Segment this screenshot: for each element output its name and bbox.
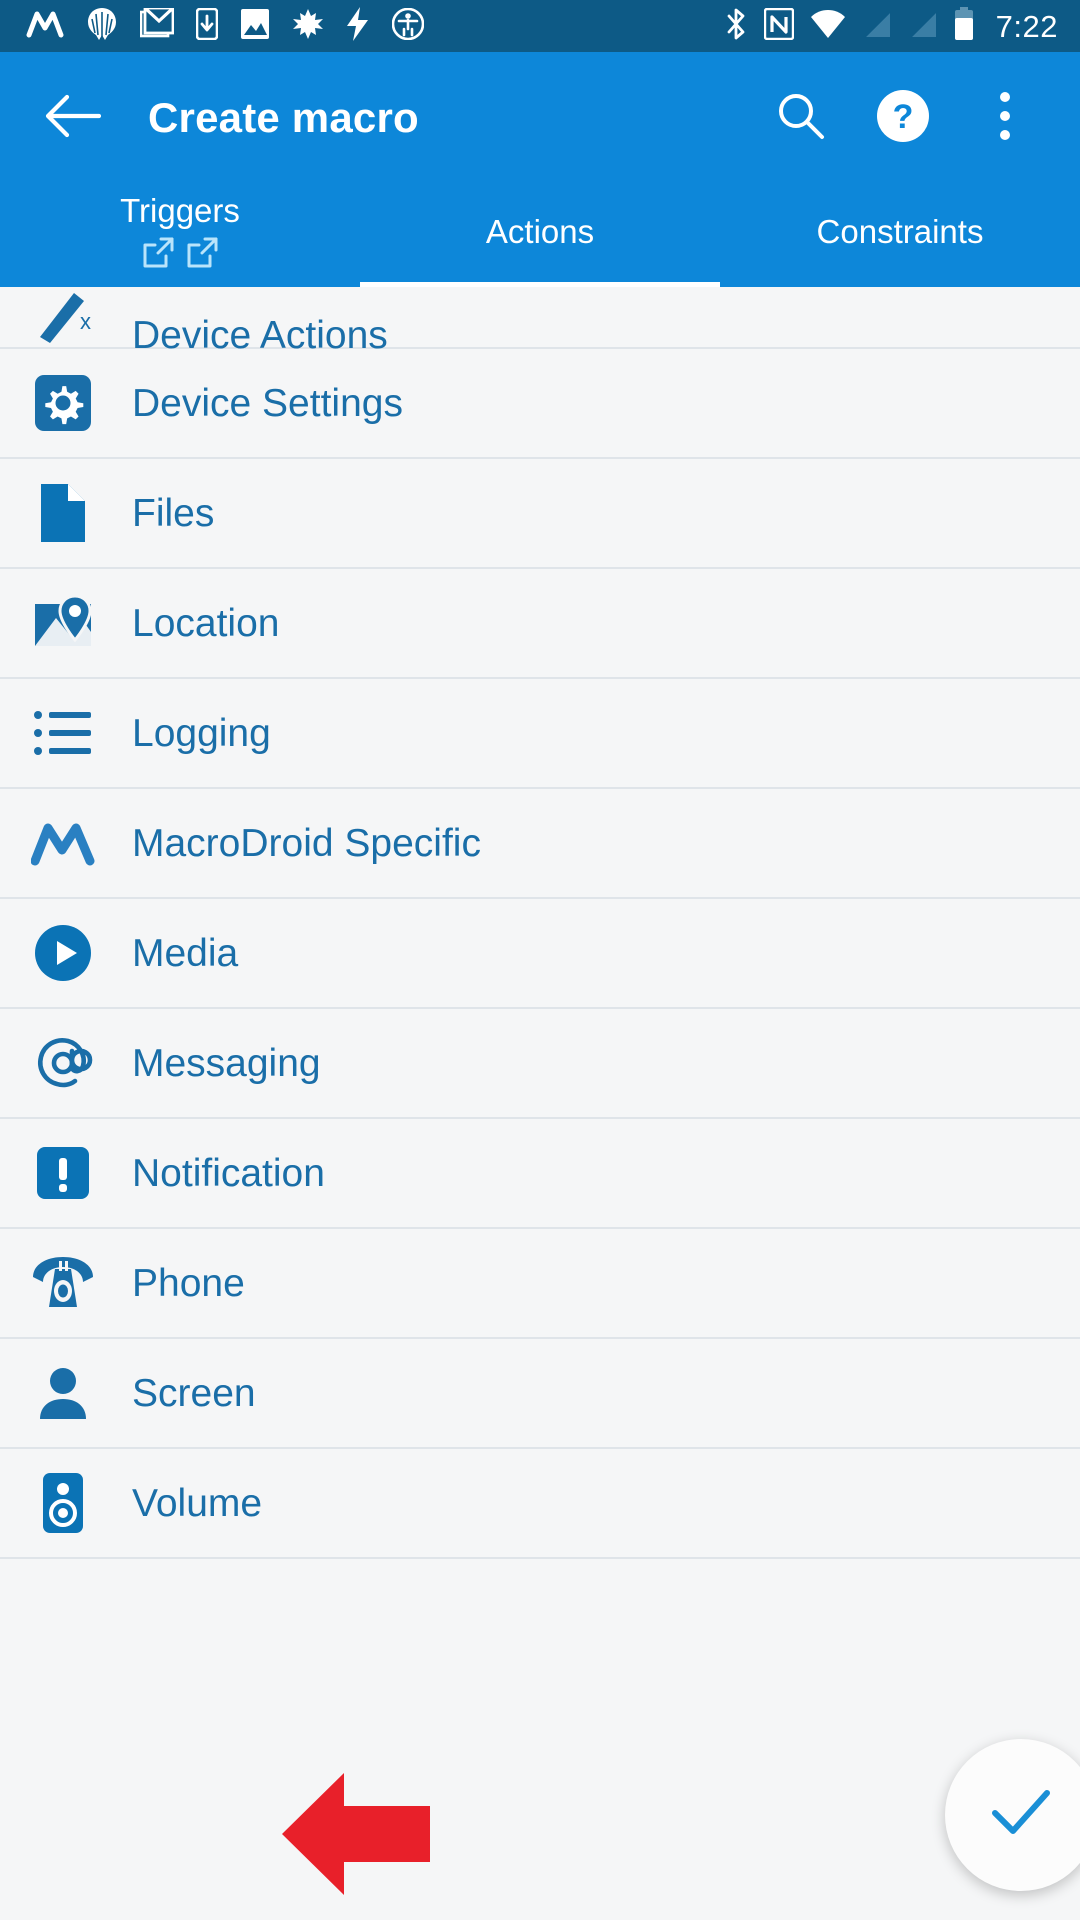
- overflow-menu-button[interactable]: [976, 89, 1034, 147]
- bluetooth-icon: [724, 7, 748, 46]
- list-item-label: Screen: [132, 1371, 256, 1415]
- tab-constraints[interactable]: Constraints: [720, 184, 1080, 287]
- gmail-icon: [139, 6, 175, 45]
- play-circle-icon: [28, 918, 98, 988]
- app-bar-actions: ?: [772, 89, 1080, 147]
- search-button[interactable]: [772, 89, 830, 147]
- help-button[interactable]: ?: [874, 89, 932, 147]
- list-item-volume[interactable]: Volume: [0, 1449, 1080, 1559]
- tab-triggers[interactable]: Triggers: [0, 184, 360, 287]
- phone-screen: 7:22 Create macro ? Triggers Actions Con…: [0, 0, 1080, 1920]
- page-title: Create macro: [148, 94, 419, 141]
- gear-square-icon: [28, 368, 98, 438]
- rotary-phone-icon: [28, 1248, 98, 1318]
- battery-icon: [954, 6, 974, 46]
- open-in-new-icon[interactable]: [186, 237, 218, 274]
- file-icon: [28, 478, 98, 548]
- status-bar-right-icons: 7:22: [724, 6, 1080, 46]
- list-item-label: Messaging: [132, 1041, 321, 1085]
- list-item-device-settings[interactable]: Device Settings: [0, 349, 1080, 459]
- tab-triggers-subicons: [142, 237, 218, 274]
- download-phone-icon: [195, 7, 219, 45]
- back-button[interactable]: [40, 85, 106, 151]
- svg-text:x: x: [80, 309, 91, 334]
- list-item-label: Logging: [132, 711, 271, 755]
- list-item-label: MacroDroid Specific: [132, 821, 481, 865]
- list-item-media[interactable]: Media: [0, 899, 1080, 1009]
- list-item-label: Phone: [132, 1261, 245, 1305]
- photo-icon: [240, 8, 270, 45]
- speaker-icon: [28, 1468, 98, 1538]
- app-bar-top-row: Create macro ?: [0, 52, 1080, 184]
- list-item-macrodroid-specific[interactable]: MacroDroid Specific: [0, 789, 1080, 899]
- tab-actions-label: Actions: [485, 213, 595, 250]
- list-item-label: Device Settings: [132, 381, 403, 425]
- list-item-phone[interactable]: Phone: [0, 1229, 1080, 1339]
- list-item-label: Media: [132, 931, 239, 975]
- open-in-new-icon[interactable]: [142, 237, 174, 274]
- list-item-messaging[interactable]: Messaging: [0, 1009, 1080, 1119]
- macrodroid-logo-icon: [28, 808, 98, 878]
- status-bar: 7:22: [0, 0, 1080, 52]
- list-item-device-actions[interactable]: x Device Actions: [0, 287, 1080, 355]
- search-icon: [775, 90, 827, 147]
- list-item-logging[interactable]: Logging: [0, 679, 1080, 789]
- accessibility-icon: [391, 7, 425, 45]
- svg-text:?: ?: [893, 98, 914, 136]
- tab-triggers-label: Triggers: [120, 192, 240, 229]
- map-pin-icon: [28, 588, 98, 658]
- tab-actions[interactable]: Actions: [360, 184, 720, 287]
- macrodroid-icon: [26, 9, 64, 44]
- action-category-list[interactable]: x Device Actions Device Settings Files L…: [0, 287, 1080, 1920]
- nfc-icon: [763, 7, 794, 45]
- signal-off-2-icon: [908, 9, 938, 44]
- tab-bar: Triggers Actions Constraints: [0, 184, 1080, 287]
- tab-constraints-label: Constraints: [816, 213, 984, 250]
- exclamation-square-icon: [28, 1138, 98, 1208]
- wifi-icon: [810, 9, 846, 44]
- bullet-list-icon: [28, 698, 98, 768]
- list-item-label: Location: [132, 601, 280, 645]
- status-bar-clock: 7:22: [995, 8, 1058, 44]
- more-vertical-icon: [997, 89, 1013, 148]
- lightning-bolt-icon: [346, 6, 370, 46]
- magisk-icon: [86, 7, 118, 46]
- app-bar: Create macro ? Triggers Actions Constrai…: [0, 52, 1080, 287]
- list-item-files[interactable]: Files: [0, 459, 1080, 569]
- at-sign-icon: [28, 1028, 98, 1098]
- list-item-screen[interactable]: Screen: [0, 1339, 1080, 1449]
- wand-icon: x: [28, 287, 98, 355]
- list-item-notification[interactable]: Notification: [0, 1119, 1080, 1229]
- back-arrow-icon: [45, 93, 102, 144]
- list-item-label: Files: [132, 491, 215, 535]
- status-bar-left-icons: [0, 6, 425, 46]
- list-item-label: Notification: [132, 1151, 325, 1195]
- help-circle-icon: ?: [876, 89, 930, 148]
- person-icon: [28, 1358, 98, 1428]
- signal-off-icon: [862, 9, 892, 44]
- maple-leaf-icon: [292, 8, 324, 45]
- list-item-location[interactable]: Location: [0, 569, 1080, 679]
- list-item-label: Volume: [132, 1481, 263, 1525]
- check-icon: [990, 1787, 1052, 1844]
